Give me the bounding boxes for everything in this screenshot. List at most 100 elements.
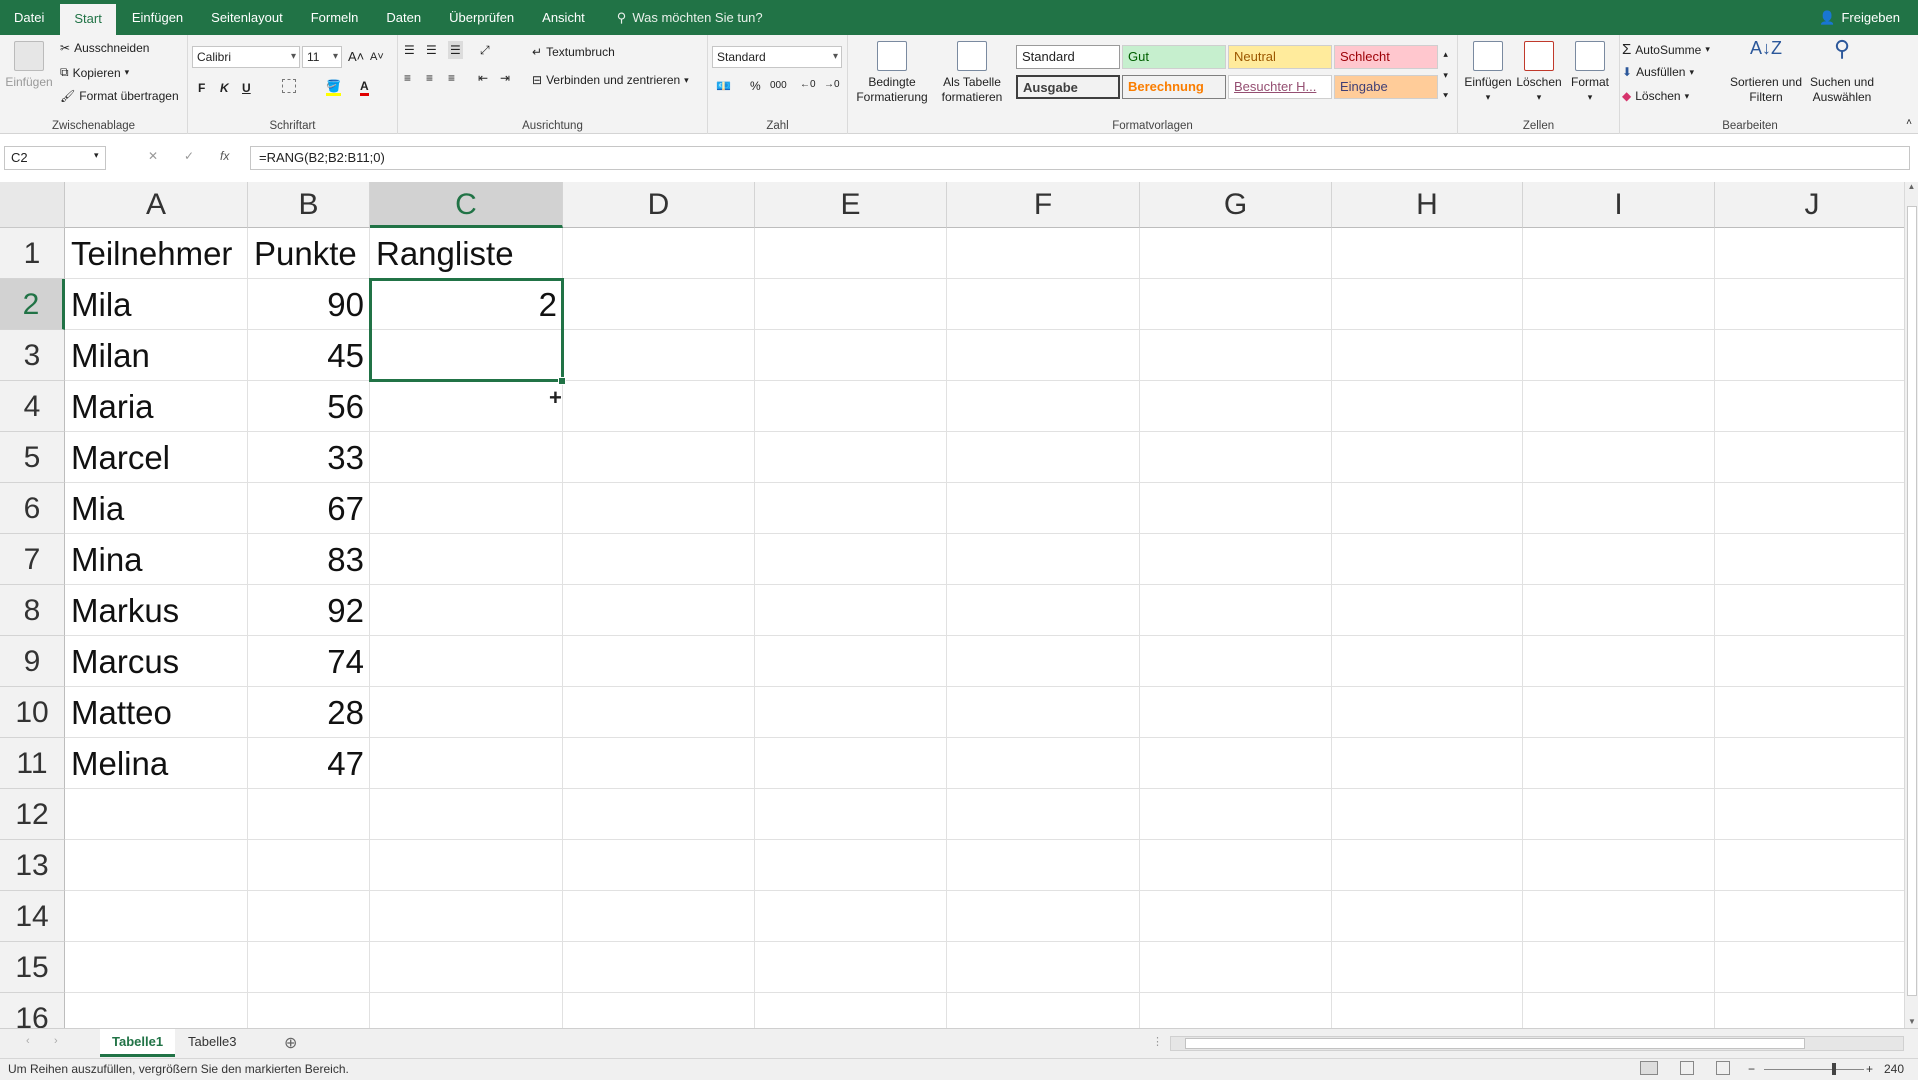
column-header-d[interactable]: D bbox=[563, 182, 755, 228]
tab-split-handle[interactable]: ⋮ bbox=[1152, 1035, 1163, 1048]
cell-b1[interactable]: Punkte bbox=[248, 228, 370, 279]
cell-c6[interactable] bbox=[370, 483, 563, 534]
zoom-slider-thumb[interactable] bbox=[1832, 1063, 1836, 1075]
confirm-entry-button[interactable]: ✓ bbox=[184, 149, 194, 163]
align-left-button[interactable]: ≡ bbox=[404, 71, 411, 85]
horizontal-scroll-thumb[interactable] bbox=[1185, 1038, 1805, 1049]
italic-button[interactable]: K bbox=[220, 81, 229, 95]
merge-center-button[interactable]: ⊟ Verbinden und zentrieren ▾ bbox=[532, 73, 689, 87]
tab-ueberpruefen[interactable]: Überprüfen bbox=[435, 0, 528, 35]
cell-c7[interactable] bbox=[370, 534, 563, 585]
font-size-combo[interactable]: 11 bbox=[302, 46, 342, 68]
style-berechnung[interactable]: Berechnung bbox=[1122, 75, 1226, 99]
cell-c4[interactable] bbox=[370, 381, 563, 432]
page-layout-view-icon[interactable] bbox=[1680, 1061, 1694, 1075]
cell-a3[interactable]: Milan bbox=[65, 330, 248, 381]
align-middle-button[interactable]: ☰ bbox=[426, 43, 437, 57]
cut-button[interactable]: ✂ Ausschneiden bbox=[60, 41, 149, 55]
copy-button[interactable]: ⧉ Kopieren ▾ bbox=[60, 65, 129, 80]
increase-indent-button[interactable]: ⇥ bbox=[500, 71, 510, 85]
cell-b2[interactable]: 90 bbox=[248, 279, 370, 330]
row-header-12[interactable]: 12 bbox=[0, 789, 65, 840]
cell-c8[interactable] bbox=[370, 585, 563, 636]
name-box[interactable]: C2 bbox=[4, 146, 106, 170]
font-name-combo[interactable]: Calibri bbox=[192, 46, 300, 68]
cell-a11[interactable]: Melina bbox=[65, 738, 248, 789]
bold-button[interactable]: F bbox=[198, 81, 205, 95]
row-header-14[interactable]: 14 bbox=[0, 891, 65, 942]
fill-handle[interactable] bbox=[558, 377, 566, 385]
align-top-button[interactable]: ☰ bbox=[404, 43, 415, 57]
shrink-font-button[interactable]: A˅ bbox=[370, 51, 384, 63]
vertical-scrollbar[interactable]: ▲ ▼ bbox=[1904, 182, 1918, 1028]
add-sheet-button[interactable]: ⊕ bbox=[284, 1033, 297, 1053]
row-header-15[interactable]: 15 bbox=[0, 942, 65, 993]
cell-b11[interactable]: 47 bbox=[248, 738, 370, 789]
decrease-indent-button[interactable]: ⇤ bbox=[478, 71, 488, 85]
column-header-f[interactable]: F bbox=[947, 182, 1140, 228]
thousands-button[interactable]: 000 bbox=[770, 80, 787, 91]
cell-c9[interactable] bbox=[370, 636, 563, 687]
number-format-combo[interactable]: Standard bbox=[712, 46, 842, 68]
cell-a6[interactable]: Mia bbox=[65, 483, 248, 534]
cell-a5[interactable]: Marcel bbox=[65, 432, 248, 483]
cell-c5[interactable] bbox=[370, 432, 563, 483]
sheet-tab-tabelle3[interactable]: Tabelle3 bbox=[176, 1029, 248, 1057]
cell-a7[interactable]: Mina bbox=[65, 534, 248, 585]
row-header-10[interactable]: 10 bbox=[0, 687, 65, 738]
row-header-5[interactable]: 5 bbox=[0, 432, 65, 483]
column-header-h[interactable]: H bbox=[1332, 182, 1523, 228]
style-ausgabe[interactable]: Ausgabe bbox=[1016, 75, 1120, 99]
zoom-slider[interactable] bbox=[1764, 1069, 1864, 1070]
percent-button[interactable]: % bbox=[750, 79, 761, 93]
clear-button[interactable]: ◆ Löschen ▾ bbox=[1622, 89, 1689, 103]
borders-button[interactable] bbox=[282, 79, 296, 93]
column-header-j[interactable]: J bbox=[1715, 182, 1904, 228]
cell-c10[interactable] bbox=[370, 687, 563, 738]
cell-b9[interactable]: 74 bbox=[248, 636, 370, 687]
cell-b8[interactable]: 92 bbox=[248, 585, 370, 636]
scroll-down-icon[interactable]: ▼ bbox=[1905, 1017, 1918, 1026]
format-cells-button[interactable]: Format ▾ bbox=[1566, 41, 1614, 105]
row-header-6[interactable]: 6 bbox=[0, 483, 65, 534]
format-as-table-button[interactable]: Als Tabelle formatieren bbox=[934, 41, 1010, 105]
grow-font-button[interactable]: A˄ bbox=[348, 49, 364, 64]
column-header-b[interactable]: B bbox=[248, 182, 370, 228]
increase-decimal-button[interactable]: ←0 bbox=[800, 79, 816, 90]
fill-color-button[interactable]: 🪣 bbox=[326, 79, 341, 96]
style-besuchter-hyperlink[interactable]: Besuchter H... bbox=[1228, 75, 1332, 99]
cell-b7[interactable]: 83 bbox=[248, 534, 370, 585]
cell-b5[interactable]: 33 bbox=[248, 432, 370, 483]
format-painter-button[interactable]: 🖌 Format übertragen bbox=[60, 89, 179, 103]
row-header-11[interactable]: 11 bbox=[0, 738, 65, 789]
worksheet-grid[interactable]: A B C D E F G H I J 1 2 3 4 5 6 7 8 9 10 11 12 13 14 15 16 Teilneh… bbox=[0, 182, 1904, 1028]
cell-a4[interactable]: Maria bbox=[65, 381, 248, 432]
font-color-button[interactable]: A bbox=[360, 79, 369, 96]
autosum-button[interactable]: Σ AutoSumme ▾ bbox=[1622, 41, 1710, 58]
tab-einfuegen[interactable]: Einfügen bbox=[118, 0, 197, 35]
cancel-entry-button[interactable]: ✕ bbox=[148, 149, 158, 163]
column-header-c[interactable]: C bbox=[370, 182, 563, 228]
style-schlecht[interactable]: Schlecht bbox=[1334, 45, 1438, 69]
cell-a2[interactable]: Mila bbox=[65, 279, 248, 330]
page-break-view-icon[interactable] bbox=[1716, 1061, 1730, 1075]
row-header-16[interactable]: 16 bbox=[0, 993, 65, 1028]
row-header-8[interactable]: 8 bbox=[0, 585, 65, 636]
horizontal-scrollbar[interactable] bbox=[1170, 1036, 1904, 1051]
decrease-decimal-button[interactable]: →0 bbox=[824, 79, 840, 90]
style-eingabe[interactable]: Eingabe bbox=[1334, 75, 1438, 99]
cell-a1[interactable]: Teilnehmer bbox=[65, 228, 248, 279]
fill-button[interactable]: ⬇ Ausfüllen ▾ bbox=[1622, 65, 1694, 79]
delete-cells-button[interactable]: Löschen ▾ bbox=[1514, 41, 1564, 105]
currency-button[interactable]: 💶 bbox=[716, 79, 731, 93]
row-header-4[interactable]: 4 bbox=[0, 381, 65, 432]
column-header-a[interactable]: A bbox=[65, 182, 248, 228]
zoom-in-icon[interactable]: + bbox=[1866, 1059, 1873, 1079]
underline-button[interactable]: U bbox=[242, 81, 251, 95]
conditional-formatting-button[interactable]: Bedingte Formatierung bbox=[852, 41, 932, 105]
tab-formeln[interactable]: Formeln bbox=[297, 0, 373, 35]
column-header-e[interactable]: E bbox=[755, 182, 947, 228]
zoom-level[interactable]: 240 % bbox=[1884, 1059, 1918, 1080]
tell-me-box[interactable]: ⚲ Was möchten Sie tun? bbox=[617, 10, 763, 26]
cell-a8[interactable]: Markus bbox=[65, 585, 248, 636]
